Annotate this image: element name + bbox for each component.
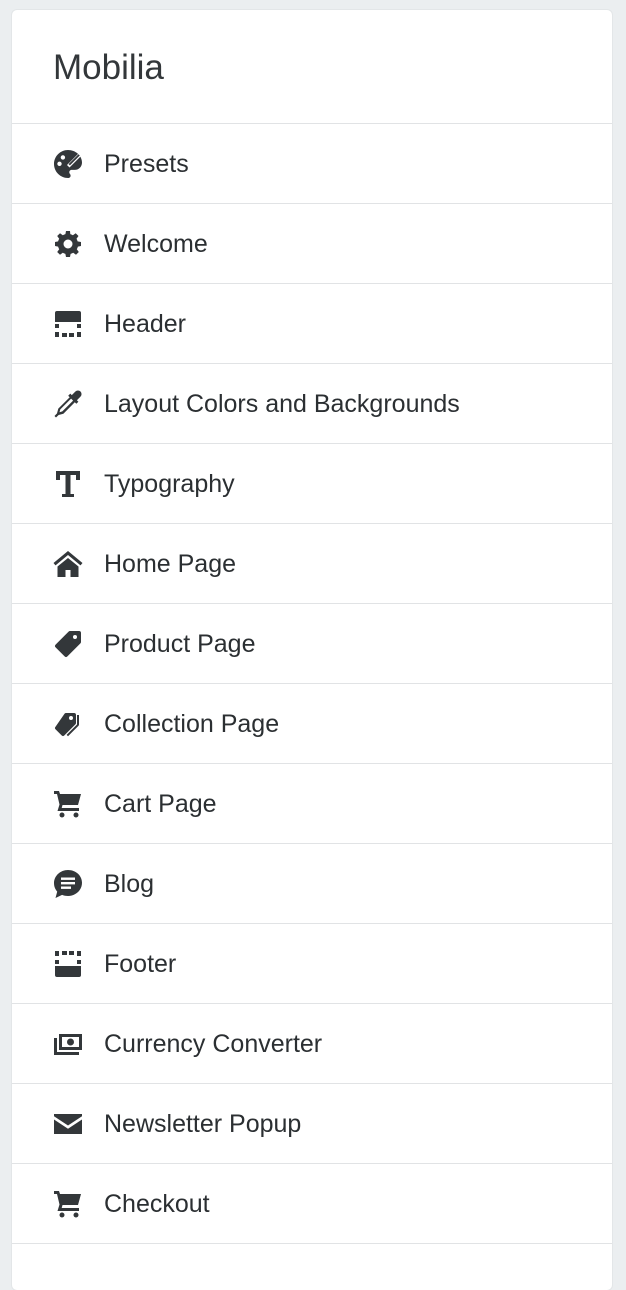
palette-icon — [52, 148, 84, 180]
menu-item-product-page[interactable]: Product Page — [12, 604, 612, 684]
home-icon — [52, 548, 84, 580]
settings-menu: Presets Welcome Header Layout Colors and… — [12, 124, 612, 1244]
cart-icon — [52, 1188, 84, 1220]
tags-icon — [52, 708, 84, 740]
menu-item-newsletter-popup[interactable]: Newsletter Popup — [12, 1084, 612, 1164]
menu-item-label: Typography — [104, 469, 235, 498]
menu-item-label: Presets — [104, 149, 189, 178]
money-icon — [52, 1028, 84, 1060]
footer-layout-icon — [52, 948, 84, 980]
menu-item-layout-colors[interactable]: Layout Colors and Backgrounds — [12, 364, 612, 444]
menu-item-label: Cart Page — [104, 789, 217, 818]
menu-item-currency-converter[interactable]: Currency Converter — [12, 1004, 612, 1084]
menu-item-label: Collection Page — [104, 709, 280, 738]
menu-item-label: Layout Colors and Backgrounds — [104, 389, 460, 418]
menu-item-label: Header — [104, 309, 186, 338]
eyedropper-icon — [52, 388, 84, 420]
envelope-icon — [52, 1108, 84, 1140]
menu-item-footer[interactable]: Footer — [12, 924, 612, 1004]
menu-item-welcome[interactable]: Welcome — [12, 204, 612, 284]
menu-item-collection-page[interactable]: Collection Page — [12, 684, 612, 764]
panel-title: Mobilia — [12, 10, 612, 124]
menu-item-cart-page[interactable]: Cart Page — [12, 764, 612, 844]
menu-item-label: Newsletter Popup — [104, 1109, 302, 1138]
menu-item-checkout[interactable]: Checkout — [12, 1164, 612, 1244]
menu-item-blog[interactable]: Blog — [12, 844, 612, 924]
text-t-icon — [52, 468, 84, 500]
menu-item-label: Blog — [104, 869, 155, 898]
menu-item-label: Home Page — [104, 549, 237, 578]
menu-item-label: Checkout — [104, 1189, 210, 1218]
menu-item-typography[interactable]: Typography — [12, 444, 612, 524]
menu-item-header[interactable]: Header — [12, 284, 612, 364]
chat-bubble-icon — [52, 868, 84, 900]
menu-item-label: Footer — [104, 949, 177, 978]
menu-item-presets[interactable]: Presets — [12, 124, 612, 204]
menu-item-home-page[interactable]: Home Page — [12, 524, 612, 604]
menu-item-label: Currency Converter — [104, 1029, 323, 1058]
theme-settings-panel: Mobilia Presets Welcome Header Layout Co… — [12, 10, 612, 1290]
menu-item-label: Welcome — [104, 229, 208, 258]
menu-item-label: Product Page — [104, 629, 256, 658]
gear-icon — [52, 228, 84, 260]
header-layout-icon — [52, 308, 84, 340]
tag-icon — [52, 628, 84, 660]
cart-icon — [52, 788, 84, 820]
